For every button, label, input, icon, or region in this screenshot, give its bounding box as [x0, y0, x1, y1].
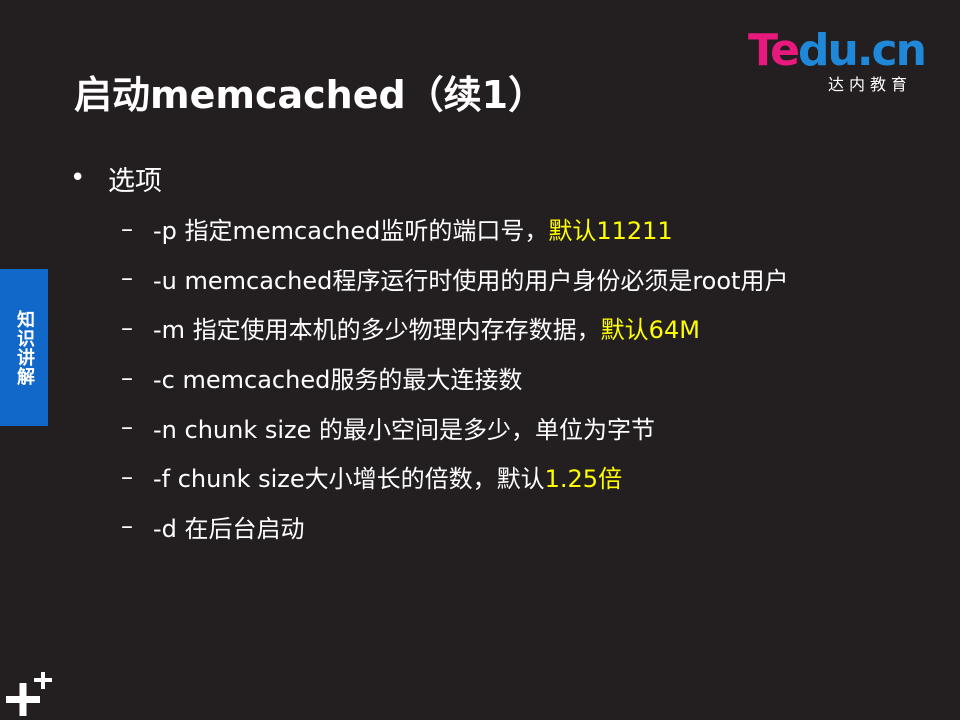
option-text: -c memcached服务的最大连接数 [153, 366, 523, 395]
tedu-logo: Tedu.cn 达内教育 [748, 28, 930, 98]
option-highlight: 默认11211 [548, 217, 673, 246]
side-tab: 知识讲解 [0, 269, 48, 426]
plus-icon [6, 672, 52, 716]
option-item: – -c memcached服务的最大连接数 [121, 353, 788, 403]
option-text: -p 指定memcached监听的端口号， [153, 217, 549, 246]
option-item: – -n chunk size 的最小空间是多少，单位为字节 [121, 402, 788, 452]
option-highlight: 默认64M [600, 316, 700, 345]
option-text: -u memcached程序运行时使用的用户身份必须是root用户 [153, 266, 789, 295]
side-tab-label: 知识讲解 [14, 309, 35, 386]
dash-marker: – [121, 512, 133, 541]
option-text: -m 指定使用本机的多少物理内存存数据， [153, 316, 601, 345]
option-text: -f chunk size大小增长的倍数，默认 [153, 465, 545, 494]
slide: Tedu.cn 达内教育 启动memcached（续1） 知识讲解 • 选项 –… [0, 0, 960, 720]
dash-marker: – [121, 363, 133, 392]
logo-wordmark: Tedu.cn [748, 25, 927, 76]
option-list: – -p 指定memcached监听的端口号， 默认11211 – -u memc… [121, 204, 788, 551]
bullet-item: • 选项 [70, 158, 162, 198]
option-highlight: 1.25倍 [544, 465, 623, 494]
slide-title: 启动memcached（续1） [74, 73, 547, 117]
dash-marker: – [121, 413, 133, 442]
option-item: – -f chunk size大小增长的倍数，默认 1.25倍 [121, 452, 788, 502]
dash-marker: – [121, 462, 133, 491]
option-item: – -m 指定使用本机的多少物理内存存数据， 默认64M [121, 303, 788, 353]
logo-text-blue: du.cn [798, 25, 927, 76]
option-item: – -u memcached程序运行时使用的用户身份必须是root用户 [121, 254, 788, 304]
option-text: -d 在后台启动 [153, 514, 305, 543]
option-item: – -d 在后台启动 [121, 502, 788, 552]
dash-marker: – [121, 214, 133, 243]
bullet-marker: • [70, 163, 86, 193]
bullet-text: 选项 [108, 165, 162, 197]
logo-subtitle: 达内教育 [828, 75, 913, 94]
option-item: – -p 指定memcached监听的端口号， 默认11211 [121, 204, 788, 254]
option-text: -n chunk size 的最小空间是多少，单位为字节 [153, 415, 656, 444]
dash-marker: – [121, 264, 133, 293]
dash-marker: – [121, 313, 133, 342]
logo-text-pink: Te [748, 25, 800, 76]
